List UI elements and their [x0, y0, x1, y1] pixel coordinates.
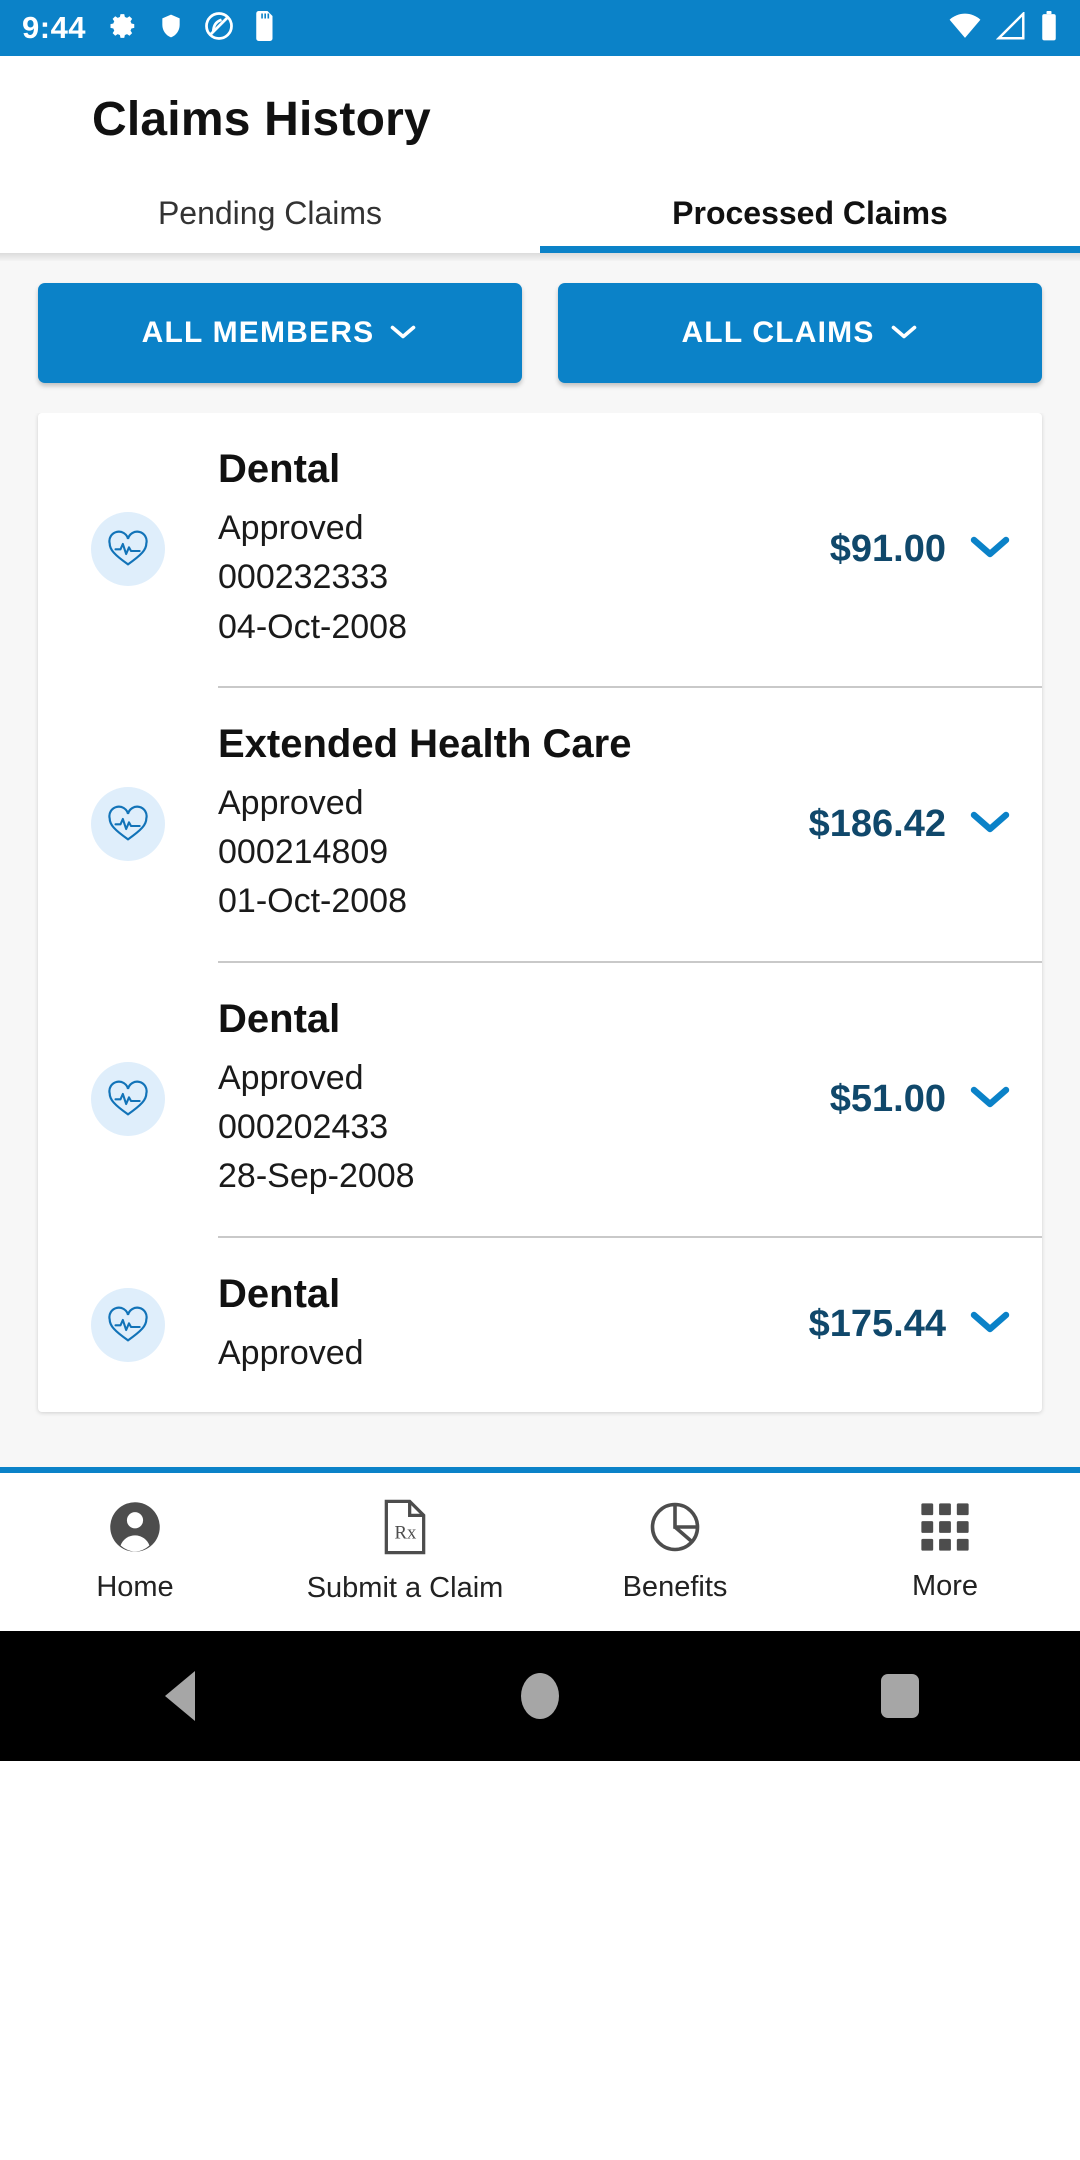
tab-processed-claims[interactable]: Processed Claims	[540, 173, 1080, 253]
recents-square-icon[interactable]	[800, 1674, 1000, 1718]
person-icon	[108, 1500, 162, 1559]
filter-bar: ALL MEMBERS ALL CLAIMS	[0, 261, 1080, 413]
claim-status: Approved	[218, 1333, 364, 1372]
claim-type: Dental	[218, 447, 341, 491]
table-row[interactable]: Extended Health Care Approved 000214809 …	[38, 688, 1042, 961]
status-bar-left-icons	[108, 10, 276, 46]
claim-status: Approved	[218, 783, 364, 822]
all-members-filter-button[interactable]: ALL MEMBERS	[38, 283, 522, 383]
gear-icon	[108, 11, 138, 46]
claim-amount: $175.44	[808, 1303, 946, 1346]
cellular-signal-icon	[995, 10, 1026, 45]
tab-pending-claims[interactable]: Pending Claims	[0, 173, 540, 253]
table-row[interactable]: Dental Approved 000232333 04-Oct-2008 $9…	[38, 413, 1042, 686]
android-system-nav	[0, 1631, 1080, 1761]
claim-amount-cell[interactable]: $186.42	[789, 803, 1012, 846]
claim-number: 000232333	[218, 558, 389, 597]
nav-item-benefits[interactable]: Benefits	[540, 1500, 810, 1604]
nav-item-more[interactable]: More	[810, 1501, 1080, 1603]
heart-pulse-icon	[91, 512, 165, 587]
claim-status: Approved	[218, 1058, 364, 1097]
claim-icon-cell	[38, 512, 218, 587]
chevron-down-icon	[889, 316, 919, 350]
grid-apps-icon	[919, 1501, 971, 1558]
tab-bar-shadow	[0, 253, 1080, 261]
claim-amount-cell[interactable]: $91.00	[810, 528, 1012, 571]
nav-item-home[interactable]: Home	[0, 1500, 270, 1604]
claim-amount-cell[interactable]: $175.44	[789, 1303, 1012, 1346]
do-not-disturb-icon	[204, 11, 234, 46]
page-header: Claims History	[0, 56, 1080, 173]
claim-details: Dental Approved 000202433 28-Sep-2008	[218, 997, 810, 1202]
claim-date: 28-Sep-2008	[218, 1157, 415, 1196]
claims-list-area[interactable]: Dental Approved 000232333 04-Oct-2008 $9…	[0, 413, 1080, 1467]
claim-amount: $51.00	[829, 1077, 946, 1120]
claim-icon-cell	[38, 787, 218, 862]
pie-chart-icon	[648, 1500, 702, 1559]
claim-details: Dental Approved	[218, 1272, 789, 1378]
wifi-icon	[948, 12, 982, 45]
claim-amount: $91.00	[829, 527, 946, 570]
status-bar-time: 9:44	[22, 10, 87, 45]
claim-icon-cell	[38, 1062, 218, 1137]
nav-item-submit-a-claim-label: Submit a Claim	[306, 1572, 504, 1604]
nav-item-benefits-label: Benefits	[622, 1571, 728, 1603]
chevron-down-icon[interactable]	[968, 1083, 1012, 1116]
heart-pulse-icon	[91, 1062, 165, 1137]
claim-type: Dental	[218, 996, 341, 1041]
chevron-down-icon	[388, 316, 418, 350]
all-claims-filter-button[interactable]: ALL CLAIMS	[558, 283, 1042, 383]
prescription-document-icon: Rx	[381, 1499, 429, 1560]
back-triangle-icon[interactable]	[80, 1671, 280, 1721]
tab-pending-claims-label: Pending Claims	[157, 194, 383, 231]
claim-type: Dental	[218, 1271, 341, 1316]
claim-status: Approved	[218, 509, 364, 547]
nav-item-more-label: More	[911, 1570, 979, 1602]
tab-bar: Pending Claims Processed Claims	[0, 173, 1080, 253]
nav-item-submit-a-claim[interactable]: Rx Submit a Claim	[270, 1499, 540, 1605]
all-claims-filter-label: ALL CLAIMS	[681, 316, 875, 349]
status-bar: 9:44	[0, 0, 1080, 56]
claim-date: 01-Oct-2008	[218, 882, 407, 921]
all-members-filter-label: ALL MEMBERS	[141, 316, 375, 349]
nav-item-home-label: Home	[96, 1571, 174, 1603]
claim-amount-cell[interactable]: $51.00	[810, 1078, 1012, 1121]
claim-number: 000202433	[218, 1108, 389, 1147]
home-circle-icon[interactable]	[440, 1673, 640, 1719]
svg-text:Rx: Rx	[395, 1523, 417, 1544]
heart-pulse-icon	[91, 787, 165, 862]
chevron-down-icon[interactable]	[968, 808, 1012, 841]
claim-amount: $186.42	[808, 802, 946, 845]
battery-icon	[1040, 10, 1058, 46]
status-bar-right-icons	[948, 10, 1058, 46]
claim-details: Extended Health Care Approved 000214809 …	[218, 722, 789, 927]
page-title: Claims History	[92, 93, 431, 146]
chevron-down-icon[interactable]	[968, 1308, 1012, 1341]
heart-pulse-icon	[91, 1287, 165, 1362]
bottom-navigation-bar: Home Rx Submit a Claim Benefits More	[0, 1467, 1080, 1631]
claim-date: 04-Oct-2008	[218, 607, 407, 646]
table-row[interactable]: Dental Approved $175.44	[38, 1238, 1042, 1412]
shield-icon	[158, 11, 184, 46]
claim-number: 000214809	[218, 833, 389, 872]
tab-processed-claims-label: Processed Claims	[672, 194, 948, 231]
chevron-down-icon[interactable]	[968, 533, 1012, 566]
claim-type: Extended Health Care	[218, 721, 632, 766]
claim-icon-cell	[38, 1287, 218, 1362]
sd-card-icon	[254, 10, 276, 46]
claims-card: Dental Approved 000232333 04-Oct-2008 $9…	[38, 413, 1042, 1412]
table-row[interactable]: Dental Approved 000202433 28-Sep-2008 $5…	[38, 963, 1042, 1236]
claim-details: Dental Approved 000232333 04-Oct-2008	[218, 447, 810, 652]
